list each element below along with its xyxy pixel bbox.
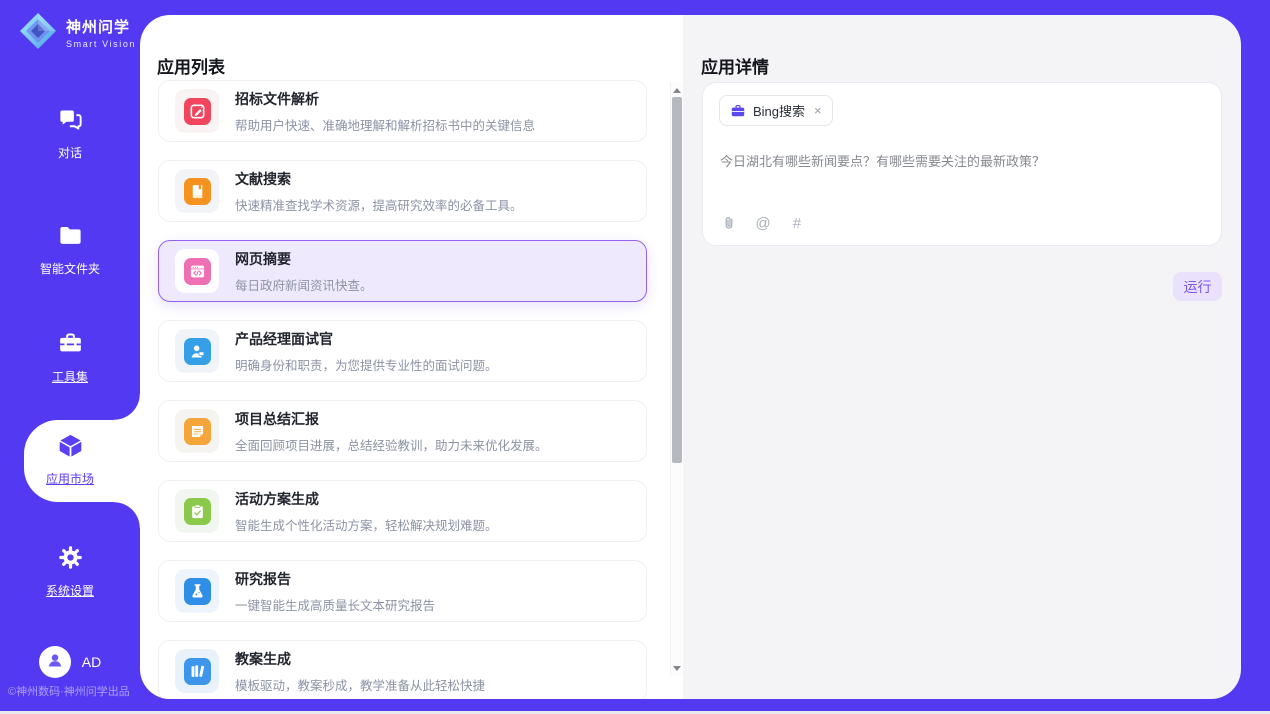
app-list: 招标文件解析 帮助用户快速、准确地理解和解析招标书中的关键信息 文献搜索 快速精… [158,80,647,699]
list-scrollbar[interactable] [670,82,683,676]
app-title: 文献搜索 [235,169,523,189]
scroll-down-button[interactable] [671,661,683,675]
app-description: 智能生成个性化活动方案，轻松解决规划难题。 [235,515,498,534]
diamond-logo-icon [18,11,58,56]
edit-document-icon [184,98,211,125]
question-input[interactable]: 今日湖北有哪些新闻要点？有哪些需要关注的最新政策？ [720,152,1205,172]
app-description: 一键智能生成高质量长文本研究报告 [235,595,435,614]
app-list-item[interactable]: 文献搜索 快速精准查找学术资源，提高研究效率的必备工具。 [158,160,647,222]
app-detail-title: 应用详情 [701,53,769,78]
app-text: 活动方案生成 智能生成个性化活动方案，轻松解决规划难题。 [235,489,498,534]
app-icon-tile [175,329,219,373]
prompt-composer-card: Bing搜索 × 今日湖北有哪些新闻要点？有哪些需要关注的最新政策？ @# [702,82,1222,246]
app-list-item[interactable]: 网页摘要 每日政府新闻资讯快查。 [158,240,647,302]
app-description: 模板驱动，教案秒成，教学准备从此轻松快捷 [235,675,485,694]
hash-icon[interactable]: # [788,214,806,232]
composer-toolbar: @# [720,214,806,232]
app-icon-tile [175,649,219,693]
app-text: 教案生成 模板驱动，教案秒成，教学准备从此轻松快捷 [235,649,485,694]
brand-subtitle: Smart Vision [66,39,136,49]
app-list-title: 应用列表 [157,53,225,78]
chat-icon [57,106,84,133]
bubble-fillet-top [114,394,140,420]
sidebar-item-label: 对话 [0,144,140,161]
sidebar-item-label: 工具集 [0,368,140,385]
app-text: 招标文件解析 帮助用户快速、准确地理解和解析招标书中的关键信息 [235,89,535,134]
triangle-up-icon [673,88,681,93]
folder-icon [57,222,84,249]
app-title: 教案生成 [235,649,485,669]
sidebar-item-label: 系统设置 [0,582,140,599]
app-description: 全面回顾项目进展，总结经验教训，助力未来优化发展。 [235,435,548,454]
main-container: 应用列表 招标文件解析 帮助用户快速、准确地理解和解析招标书中的关键信息 文献搜… [140,15,1241,699]
at-icon[interactable]: @ [754,214,772,232]
app-icon-tile [175,169,219,213]
sidebar-item-chat[interactable]: 对话 [0,106,140,161]
app-description: 明确身份和职责，为您提供专业性的面试问题。 [235,355,498,374]
scrollbar-thumb[interactable] [672,97,682,463]
sidebar-item-toolset[interactable]: 工具集 [0,330,140,385]
tool-chip-label: Bing搜索 [753,101,805,120]
sidebar-item-app-market[interactable]: 应用市场 [0,432,140,487]
app-list-item[interactable]: 招标文件解析 帮助用户快速、准确地理解和解析招标书中的关键信息 [158,80,647,142]
brand-name: 神州问学 [66,19,130,36]
sidebar: 神州问学 Smart Vision 对话 智能文件夹 工具集 应用市场 系统设置… [0,0,140,711]
sidebar-item-label: 应用市场 [0,470,140,487]
app-title: 活动方案生成 [235,489,498,509]
tool-chip-bing-search[interactable]: Bing搜索 × [719,95,833,126]
sidebar-item-settings[interactable]: 系统设置 [0,544,140,599]
app-list-item[interactable]: 教案生成 模板驱动，教案秒成，教学准备从此轻松快捷 [158,640,647,699]
app-description: 帮助用户快速、准确地理解和解析招标书中的关键信息 [235,115,535,134]
gear-icon [57,544,84,571]
user-avatar-icon [45,650,65,675]
app-list-item[interactable]: 项目总结汇报 全面回顾项目进展，总结经验教训，助力未来优化发展。 [158,400,647,462]
app-title: 招标文件解析 [235,89,535,109]
app-description: 每日政府新闻资讯快查。 [235,275,373,294]
app-icon-tile [175,249,219,293]
books-icon [184,658,211,685]
app-description: 快速精准查找学术资源，提高研究效率的必备工具。 [235,195,523,214]
app-icon-tile [175,409,219,453]
app-text: 研究报告 一键智能生成高质量长文本研究报告 [235,569,435,614]
brand-logo: 神州问学 Smart Vision [18,11,136,56]
app-list-item[interactable]: 研究报告 一键智能生成高质量长文本研究报告 [158,560,647,622]
book-icon [184,178,211,205]
triangle-down-icon [673,666,681,671]
user-account[interactable]: AD [0,646,140,678]
app-title: 产品经理面试官 [235,329,498,349]
app-list-item[interactable]: 产品经理面试官 明确身份和职责，为您提供专业性的面试问题。 [158,320,647,382]
app-list-panel: 应用列表 招标文件解析 帮助用户快速、准确地理解和解析招标书中的关键信息 文献搜… [140,15,683,699]
cube-icon [57,432,84,459]
app-text: 文献搜索 快速精准查找学术资源，提高研究效率的必备工具。 [235,169,523,214]
briefcase-icon [730,103,746,119]
chip-close-icon[interactable]: × [814,104,822,117]
toolbox-icon [57,330,84,357]
sidebar-item-smart-folder[interactable]: 智能文件夹 [0,222,140,277]
interviewer-icon [184,338,211,365]
clipboard-check-icon [184,498,211,525]
scroll-up-button[interactable] [671,83,683,97]
app-icon-tile [175,569,219,613]
user-initials: AD [82,654,101,670]
app-title: 研究报告 [235,569,435,589]
app-list-item[interactable]: 活动方案生成 智能生成个性化活动方案，轻松解决规划难题。 [158,480,647,542]
app-icon-tile [175,489,219,533]
research-icon [184,578,211,605]
avatar [39,646,71,678]
run-button[interactable]: 运行 [1173,272,1222,301]
webpage-code-icon [184,258,211,285]
note-icon [184,418,211,445]
paperclip-icon[interactable] [720,214,738,232]
app-text: 项目总结汇报 全面回顾项目进展，总结经验教训，助力未来优化发展。 [235,409,548,454]
app-icon-tile [175,89,219,133]
app-title: 项目总结汇报 [235,409,548,429]
bubble-fillet-bottom [114,502,140,528]
app-title: 网页摘要 [235,249,373,269]
app-text: 产品经理面试官 明确身份和职责，为您提供专业性的面试问题。 [235,329,498,374]
sidebar-item-label: 智能文件夹 [0,260,140,277]
app-text: 网页摘要 每日政府新闻资讯快查。 [235,249,373,294]
copyright-footer: ©神州数码·神州问学出品 [8,683,140,699]
app-detail-panel: 应用详情 Bing搜索 × 今日湖北有哪些新闻要点？有哪些需要关注的最新政策？ … [683,15,1241,699]
